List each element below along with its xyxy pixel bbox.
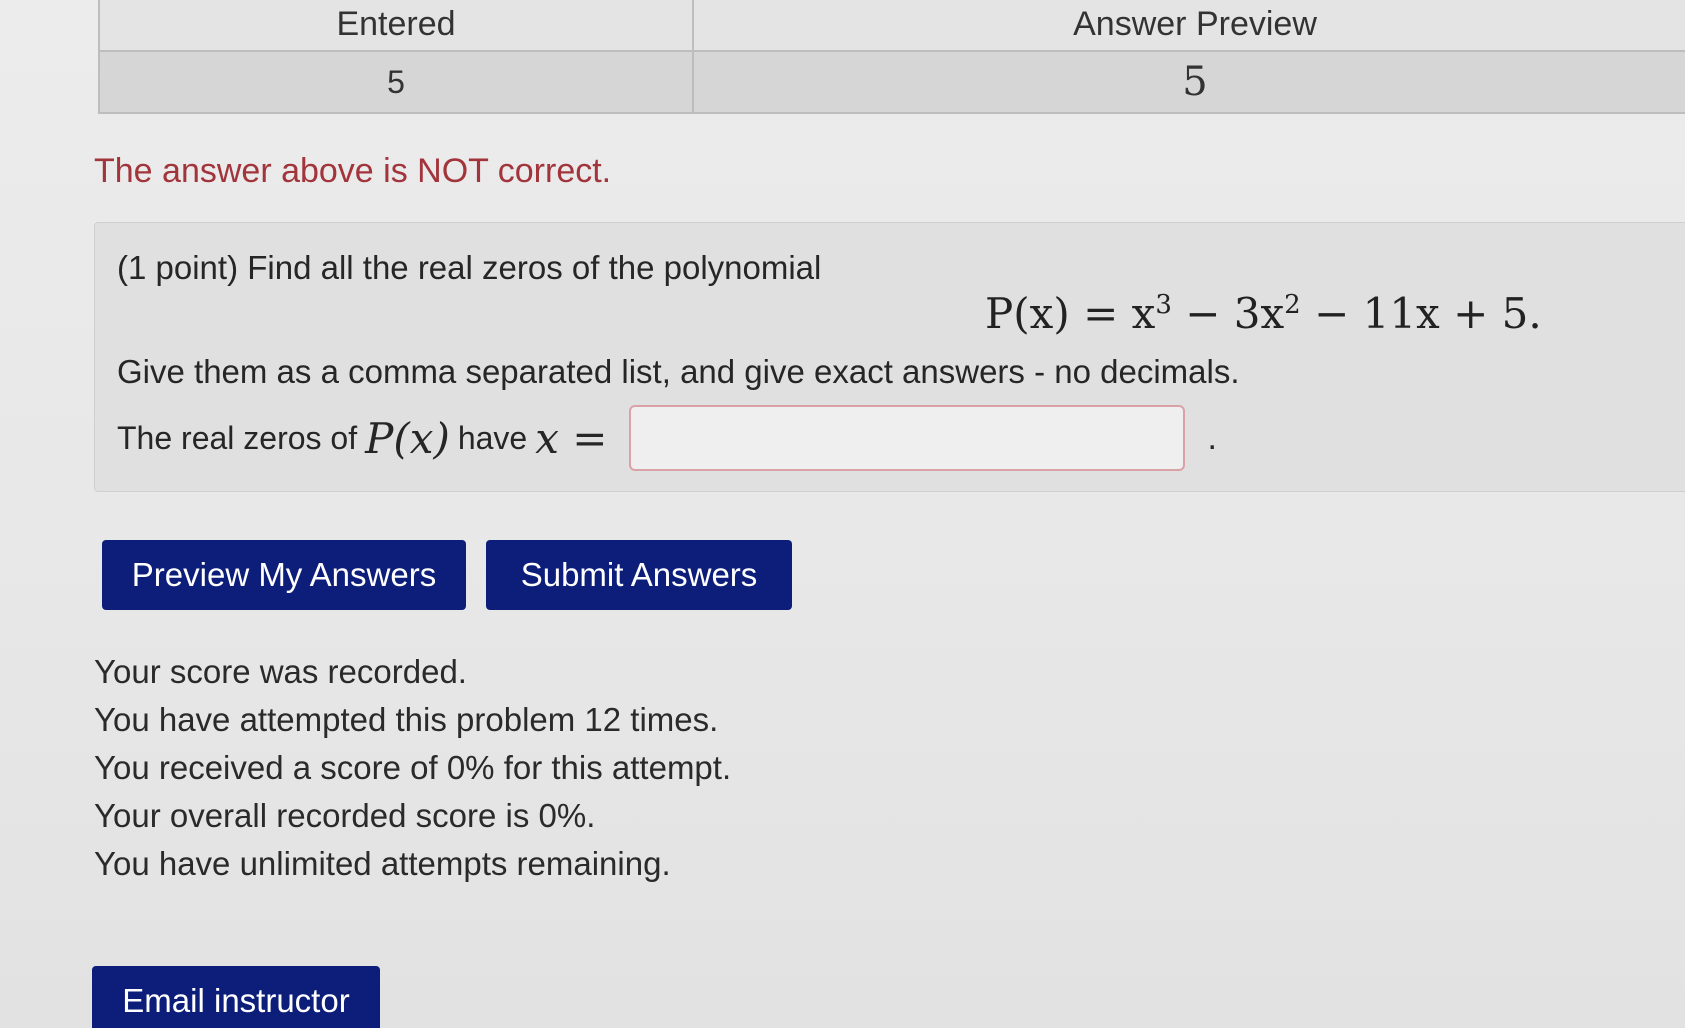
equation-equals: = bbox=[1083, 289, 1132, 338]
answer-input[interactable] bbox=[629, 405, 1186, 471]
problem-instructions: Give them as a comma separated list, and… bbox=[117, 353, 1240, 390]
problem-box: (1 point) Find all the real zeros of the… bbox=[94, 222, 1685, 492]
answer-preview-value: 5 bbox=[692, 50, 1685, 114]
answer-row: The real zeros of P(x) have x = . bbox=[117, 405, 1217, 471]
answer-mid: have bbox=[457, 419, 528, 456]
status-line: Your score was recorded. bbox=[94, 653, 467, 690]
answer-math-px: P(x) bbox=[365, 413, 450, 463]
submit-answers-button[interactable]: Submit Answers bbox=[486, 540, 792, 610]
status-line: You have attempted this problem 12 times… bbox=[94, 701, 719, 738]
results-table: Entered Answer Preview 5 5 bbox=[98, 0, 1685, 114]
status-line: You have unlimited attempts remaining. bbox=[94, 845, 671, 882]
answer-math-x-equals: x = bbox=[535, 413, 608, 463]
equation-tail: − 11x + 5. bbox=[1300, 289, 1542, 338]
status-line: You received a score of 0% for this atte… bbox=[94, 749, 732, 786]
equation-exponent-2: 2 bbox=[1284, 290, 1301, 320]
entered-value: 5 bbox=[98, 50, 694, 114]
equation-term-3x: − 3x bbox=[1171, 289, 1285, 338]
equation-exponent-3: 3 bbox=[1155, 290, 1172, 320]
status-line: Your overall recorded score is 0%. bbox=[94, 797, 596, 834]
incorrect-feedback-message: The answer above is NOT correct. bbox=[94, 152, 612, 190]
webwork-problem-page: Entered Answer Preview 5 5 The answer ab… bbox=[0, 0, 1685, 1028]
results-header-row: Entered Answer Preview bbox=[98, 0, 1685, 52]
score-status: Your score was recorded. You have attemp… bbox=[94, 648, 731, 888]
header-entered: Entered bbox=[98, 0, 694, 52]
equation-term-x: x bbox=[1131, 289, 1156, 338]
results-row: 5 5 bbox=[98, 50, 1685, 114]
email-instructor-button[interactable]: Email instructor bbox=[92, 966, 380, 1028]
equation-lhs: P(x) bbox=[985, 289, 1070, 338]
polynomial-equation: P(x) = x3 − 3x2 − 11x + 5. bbox=[985, 289, 1542, 338]
problem-intro: (1 point) Find all the real zeros of the… bbox=[117, 249, 822, 286]
header-answer-preview: Answer Preview bbox=[692, 0, 1685, 52]
answer-period: . bbox=[1207, 418, 1217, 457]
preview-answers-button[interactable]: Preview My Answers bbox=[102, 540, 466, 610]
answer-prefix: The real zeros of bbox=[117, 419, 358, 456]
